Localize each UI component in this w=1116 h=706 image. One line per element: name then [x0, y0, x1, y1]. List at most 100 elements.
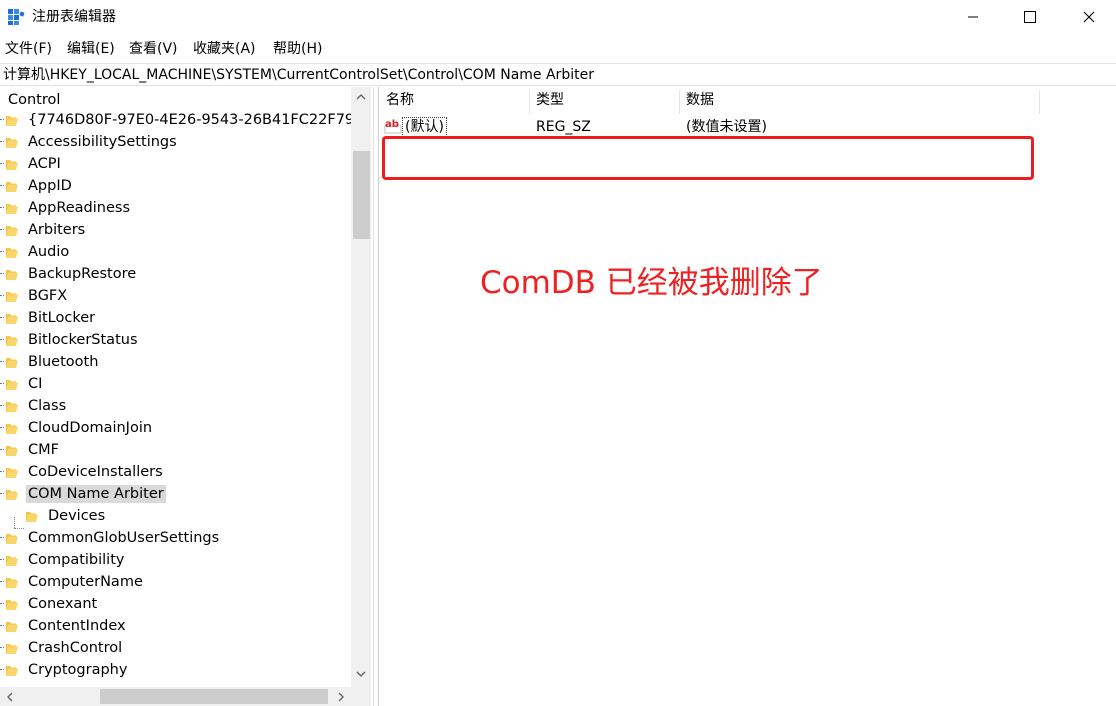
string-value-icon: ab	[384, 119, 402, 134]
tree-item[interactable]: ACPI	[0, 153, 352, 175]
tree-item[interactable]: CI	[0, 373, 352, 395]
tree-item[interactable]: BitlockerStatus	[0, 329, 352, 351]
tree-item-label[interactable]: BitLocker	[26, 309, 97, 327]
tree-item-label[interactable]: Class	[26, 397, 68, 415]
tree-item-label[interactable]: CoDeviceInstallers	[26, 463, 165, 481]
annotation-highlight-box	[382, 136, 1034, 180]
tree-item[interactable]: CrashControl	[0, 637, 352, 659]
address-bar[interactable]: 计算机\HKEY_LOCAL_MACHINE\SYSTEM\CurrentCon…	[0, 63, 1116, 86]
folder-icon	[6, 204, 18, 214]
tree-item-label[interactable]: AppReadiness	[26, 199, 132, 217]
tree-horizontal-scrollbar[interactable]	[0, 687, 351, 706]
folder-icon	[6, 248, 18, 258]
tree-item-label[interactable]: ContentIndex	[26, 617, 128, 635]
folder-icon	[6, 402, 18, 412]
value-data: (数值未设置)	[686, 119, 767, 135]
tree-connector-line	[0, 119, 4, 120]
tree-item[interactable]: Cryptography	[0, 659, 352, 681]
tree-item[interactable]: Bluetooth	[0, 351, 352, 373]
folder-icon	[6, 358, 18, 368]
folder-icon	[6, 490, 18, 500]
tree-connector-line	[0, 493, 4, 494]
scroll-left-icon[interactable]	[4, 691, 16, 703]
scroll-down-icon[interactable]	[355, 668, 367, 680]
folder-icon	[6, 534, 18, 544]
registry-editor-icon	[8, 9, 25, 25]
column-header-data[interactable]: 数据	[680, 90, 1040, 114]
tree-item-label[interactable]: Bluetooth	[26, 353, 100, 371]
close-icon	[1083, 11, 1095, 23]
tree-item-label[interactable]: CMF	[26, 441, 61, 459]
tree-item-label[interactable]: Arbiters	[26, 221, 87, 239]
svg-text:ab: ab	[385, 119, 399, 130]
tree-item-label[interactable]: Audio	[26, 243, 71, 261]
tree-connector-line	[0, 141, 4, 142]
maximize-button[interactable]	[1007, 0, 1053, 34]
menu-edit[interactable]: 编辑(E)	[67, 40, 115, 58]
value-row[interactable]: ab (默认) REG_SZ (数值未设置)	[380, 115, 1040, 137]
tree-item-label[interactable]: BGFX	[26, 287, 69, 305]
tree-item-label[interactable]: ACPI	[26, 155, 63, 173]
tree-item[interactable]: Arbiters	[0, 219, 352, 241]
close-button[interactable]	[1066, 0, 1112, 34]
tree-connector-line	[0, 339, 4, 340]
tree-item[interactable]: CloudDomainJoin	[0, 417, 352, 439]
tree-item[interactable]: {7746D80F-97E0-4E26-9543-26B41FC22F79}	[0, 109, 363, 131]
tree-item-label[interactable]: BackupRestore	[26, 265, 138, 283]
menu-favorites[interactable]: 收藏夹(A)	[193, 40, 256, 58]
tree-connector-line	[14, 517, 15, 528]
tree-item-label[interactable]: Cryptography	[26, 661, 129, 679]
tree-item[interactable]: ContentIndex	[0, 615, 352, 637]
tree-item-label[interactable]: Conexant	[26, 595, 99, 613]
tree-item[interactable]: Class	[0, 395, 352, 417]
column-header-name[interactable]: 名称	[380, 90, 530, 114]
minimize-button[interactable]	[950, 0, 996, 34]
tree-item[interactable]: ComputerName	[0, 571, 352, 593]
window-title: 注册表编辑器	[32, 9, 116, 25]
folder-icon	[6, 446, 18, 456]
tree-item[interactable]: Devices	[0, 505, 352, 527]
folder-icon	[6, 468, 18, 478]
tree-root-label[interactable]: Control	[8, 91, 60, 109]
tree-item-label[interactable]: BitlockerStatus	[26, 331, 140, 349]
tree-item[interactable]: Compatibility	[0, 549, 352, 571]
tree-item[interactable]: CommonGlobUserSettings	[0, 527, 352, 549]
tree-item[interactable]: AppID	[0, 175, 352, 197]
tree-item[interactable]: BitLocker	[0, 307, 352, 329]
tree-item-label[interactable]: CI	[26, 375, 44, 393]
scrollbar-corner	[351, 687, 371, 706]
tree-item[interactable]: Conexant	[0, 593, 352, 615]
tree-item-label[interactable]: {7746D80F-97E0-4E26-9543-26B41FC22F79}	[26, 111, 365, 129]
tree-item-label[interactable]: CrashControl	[26, 639, 124, 657]
address-path[interactable]: 计算机\HKEY_LOCAL_MACHINE\SYSTEM\CurrentCon…	[3, 66, 594, 84]
tree-item-label[interactable]: AppID	[26, 177, 74, 195]
tree-item[interactable]: AccessibilitySettings	[0, 131, 352, 153]
tree-item-label[interactable]: Compatibility	[26, 551, 126, 569]
tree-item[interactable]: CoDeviceInstallers	[0, 461, 352, 483]
vertical-scroll-thumb[interactable]	[353, 151, 370, 239]
tree-item-label[interactable]: Devices	[46, 507, 107, 525]
tree-item-label[interactable]: CommonGlobUserSettings	[26, 529, 221, 547]
tree-item[interactable]: AppReadiness	[0, 197, 352, 219]
menu-help[interactable]: 帮助(H)	[273, 40, 322, 58]
tree-vertical-scrollbar[interactable]	[351, 87, 371, 687]
tree-item[interactable]: BGFX	[0, 285, 352, 307]
tree-item[interactable]: CMF	[0, 439, 352, 461]
value-name[interactable]: (默认)	[402, 117, 447, 137]
tree-item[interactable]: BackupRestore	[0, 263, 352, 285]
tree-item-label[interactable]: CloudDomainJoin	[26, 419, 154, 437]
menu-view[interactable]: 查看(V)	[129, 40, 178, 58]
tree-connector-line	[0, 581, 4, 582]
pane-splitter[interactable]	[373, 87, 379, 706]
menu-file[interactable]: 文件(F)	[5, 40, 52, 58]
horizontal-scroll-thumb[interactable]	[100, 689, 328, 704]
scroll-right-icon[interactable]	[335, 691, 347, 703]
key-tree-pane[interactable]: Control {7746D80F-97E0-4E26-9543-26B41FC…	[0, 87, 373, 706]
tree-item[interactable]: Audio	[0, 241, 352, 263]
tree-item[interactable]: COM Name Arbiter	[0, 483, 352, 505]
tree-item-label[interactable]: COM Name Arbiter	[26, 485, 166, 503]
scroll-up-icon[interactable]	[355, 91, 367, 103]
tree-item-label[interactable]: ComputerName	[26, 573, 145, 591]
column-header-type[interactable]: 类型	[530, 90, 680, 114]
tree-item-label[interactable]: AccessibilitySettings	[26, 133, 179, 151]
